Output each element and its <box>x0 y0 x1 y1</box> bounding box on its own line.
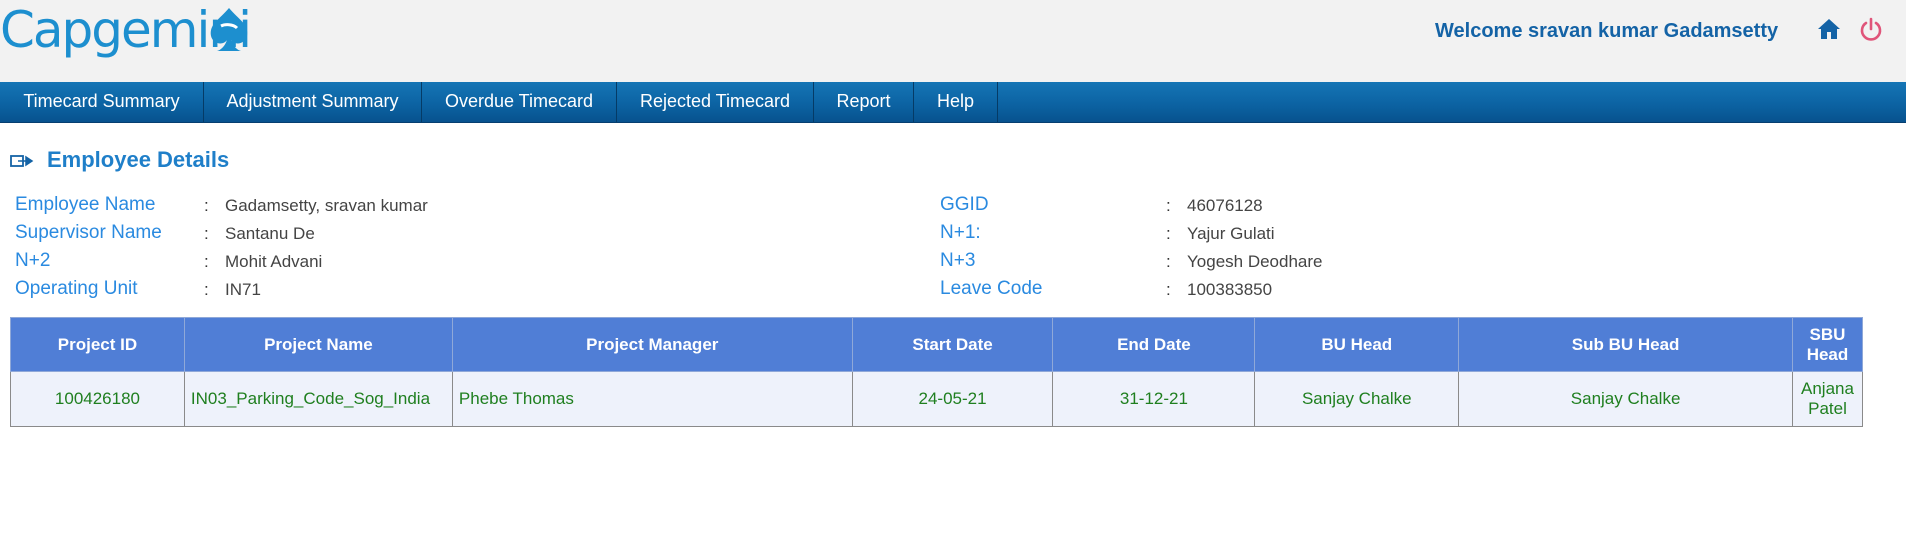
n1-value: Yajur Gulati <box>1187 224 1275 243</box>
home-icon[interactable] <box>1817 18 1841 40</box>
column-header: Project ID <box>10 317 185 372</box>
leave-code-value: 100383850 <box>1187 280 1273 299</box>
separator: : <box>1166 280 1171 299</box>
spade-logo-icon <box>210 8 248 51</box>
n3-value: Yogesh Deodhare <box>1187 252 1323 271</box>
column-header: SBU Head <box>1791 317 1864 372</box>
column-header: End Date <box>1052 317 1256 372</box>
ggid-value: 46076128 <box>1187 196 1263 215</box>
separator: : <box>1166 196 1171 215</box>
column-header: Start Date <box>851 317 1054 372</box>
app-header: Capgemini Welcome sravan kumar Gadamsett… <box>0 0 1906 82</box>
table-cell-project-manager: Phebe Thomas <box>451 371 853 427</box>
table-cell-sub-bu-head: Sanjay Chalke <box>1458 371 1793 427</box>
column-header: BU Head <box>1254 317 1460 372</box>
n3-label: N+3 <box>940 250 976 271</box>
n2-label: N+2 <box>15 250 51 271</box>
n2-value: Mohit Advani <box>225 252 323 271</box>
employee-name-label: Employee Name <box>15 194 156 215</box>
separator: : <box>204 196 209 215</box>
nav-timecard-summary[interactable]: Timecard Summary <box>0 82 204 122</box>
separator: : <box>1166 252 1171 271</box>
separator: : <box>204 280 209 299</box>
table-row: 100426180 IN03_Parking_Code_Sog_India Ph… <box>10 371 1864 427</box>
supervisor-name-label: Supervisor Name <box>15 222 162 243</box>
separator: : <box>204 252 209 271</box>
operating-unit-value: IN71 <box>225 280 261 299</box>
power-icon[interactable] <box>1858 17 1884 43</box>
table-cell-start-date: 24-05-21 <box>851 371 1054 427</box>
ggid-label: GGID <box>940 194 989 215</box>
separator: : <box>1166 224 1171 243</box>
nav-rejected-timecard[interactable]: Rejected Timecard <box>617 82 814 122</box>
nav-report[interactable]: Report <box>814 82 914 122</box>
table-cell-end-date: 31-12-21 <box>1052 371 1256 427</box>
project-table: Project ID Project Name Project Manager … <box>10 317 1864 427</box>
nav-adjustment-summary[interactable]: Adjustment Summary <box>204 82 422 122</box>
table-header-row: Project ID Project Name Project Manager … <box>10 317 1864 372</box>
column-header: Sub BU Head <box>1458 317 1793 372</box>
section-title: Employee Details <box>47 147 230 172</box>
table-cell-project-name: IN03_Parking_Code_Sog_India <box>183 371 453 427</box>
nav-help[interactable]: Help <box>914 82 998 122</box>
welcome-message: Welcome sravan kumar Gadamsetty <box>1435 20 1779 42</box>
column-header: Project Manager <box>451 317 853 372</box>
column-header: Project Name <box>183 317 453 372</box>
leave-code-label: Leave Code <box>940 278 1043 299</box>
table-cell-bu-head: Sanjay Chalke <box>1254 371 1460 427</box>
arrow-right-icon <box>10 155 34 167</box>
supervisor-name-value: Santanu De <box>225 224 315 243</box>
n1-label: N+1: <box>940 222 981 243</box>
table-cell-sbu-head: Anjana Patel <box>1791 371 1864 427</box>
main-nav: Timecard Summary Adjustment Summary Over… <box>0 82 1906 123</box>
nav-overdue-timecard[interactable]: Overdue Timecard <box>422 82 617 122</box>
table-cell-project-id: 100426180 <box>10 371 185 427</box>
separator: : <box>204 224 209 243</box>
operating-unit-label: Operating Unit <box>15 278 138 299</box>
employee-name-value: Gadamsetty, sravan kumar <box>225 196 428 215</box>
